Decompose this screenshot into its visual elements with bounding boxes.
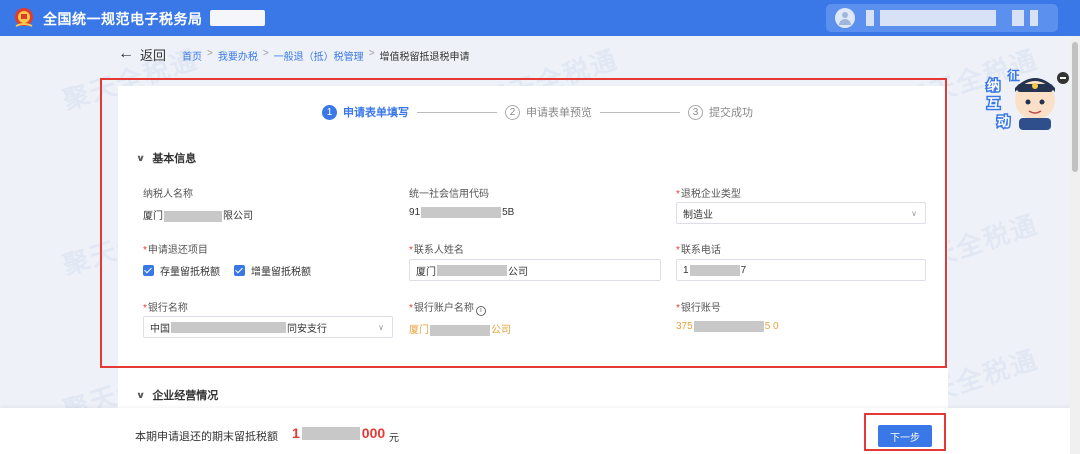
step-connector [417, 111, 497, 113]
breadcrumb: 首页 > 我要办税 > 一般退（抵）税管理 > 增值税留抵退税申请 [182, 48, 475, 63]
account-no-value: 375 5 0 [676, 321, 779, 333]
svg-text:纳: 纳 [987, 78, 1000, 94]
minimize-icon[interactable] [1057, 72, 1069, 84]
breadcrumb-separator: > [207, 48, 213, 59]
credit-code-label: 统一社会信用代码 [409, 189, 489, 200]
breadcrumb-current: 增值税留抵退税申请 [379, 52, 470, 63]
section-title: 基本信息 [152, 153, 197, 165]
chat-assistant-mascot-icon[interactable]: 征 纳 互 动 [983, 66, 1061, 130]
step-number: 1 [322, 104, 337, 120]
section-title: 企业经营情况 [152, 390, 219, 402]
section-basic-info[interactable]: ∨ 基本信息 [135, 150, 197, 166]
account-name-label: *银行账户名称 i [409, 299, 486, 316]
step-number: 2 [505, 104, 520, 120]
step-submitted: 3 提交成功 [688, 104, 753, 120]
back-label: 返回 [140, 47, 167, 63]
redacted-region-name [210, 10, 265, 26]
chevron-down-icon: ∨ [378, 323, 384, 332]
currency-unit: 元 [389, 433, 399, 444]
breadcrumb-separator: > [262, 48, 269, 59]
redacted-text [693, 321, 764, 332]
refund-amount-label: 本期申请退还的期末留抵税额 [135, 431, 278, 443]
form-card [118, 86, 948, 416]
credit-code-value: 91 5B [409, 207, 515, 219]
step-preview: 2 申请表单预览 [505, 104, 592, 120]
redacted-text [437, 264, 507, 276]
checkbox-incremental-credit[interactable]: 增量留抵税额 [234, 263, 311, 278]
redacted-text [171, 321, 286, 333]
redacted-text [689, 264, 740, 276]
progress-steps: 1 申请表单填写 2 申请表单预览 3 提交成功 [322, 103, 753, 121]
checkbox-checked-icon [234, 265, 245, 276]
national-emblem-icon [15, 8, 33, 27]
arrow-left-icon: ← [118, 45, 134, 62]
taxpayer-name-value: 厦门 限公司 [143, 210, 253, 222]
bank-name-select[interactable]: 中国 同安支行 ∨ [143, 316, 393, 338]
checkbox-existing-credit[interactable]: 存量留抵税额 [143, 263, 220, 278]
contact-phone-label: *联系电话 [676, 245, 721, 256]
breadcrumb-refund-management[interactable]: 一般退（抵）税管理 [274, 48, 364, 63]
breadcrumb-separator: > [368, 48, 375, 59]
svg-text:动: 动 [997, 115, 1010, 130]
refund-type-label: *退税企业类型 [676, 189, 741, 200]
step-connector [600, 111, 680, 113]
page-scrollbar[interactable] [1070, 36, 1080, 454]
avatar-icon [835, 8, 855, 28]
step-label: 申请表单预览 [526, 107, 592, 119]
redacted-user-name [866, 10, 1038, 26]
contact-phone-input[interactable]: 17 [676, 259, 926, 281]
contact-name-input[interactable]: 厦门 公司 [409, 259, 661, 281]
checkbox-checked-icon [143, 265, 154, 276]
breadcrumb-bar: ← 返回 首页 > 我要办税 > 一般退（抵）税管理 > 增值税留抵退税申请 [102, 44, 964, 66]
back-button[interactable]: ← 返回 [118, 44, 166, 64]
top-header: 全国统一规范电子税务局 [0, 0, 1080, 36]
redacted-text [164, 210, 222, 222]
breadcrumb-home[interactable]: 首页 [182, 48, 202, 63]
app-title: 全国统一规范电子税务局 [43, 11, 203, 27]
next-step-button[interactable]: 下一步 [878, 425, 932, 447]
refund-type-select[interactable]: 制造业 ∨ [676, 202, 926, 224]
step-number: 3 [688, 104, 703, 120]
redacted-text [421, 207, 502, 218]
refund-amount-value: 1 000 [292, 425, 386, 441]
chevron-down-icon: ∨ [135, 152, 146, 163]
redacted-text [301, 426, 360, 440]
step-fill-form: 1 申请表单填写 [322, 104, 409, 120]
breadcrumb-tax-service[interactable]: 我要办税 [218, 48, 258, 63]
taxpayer-name-label: 纳税人名称 [143, 189, 193, 200]
scrollbar-thumb[interactable] [1072, 42, 1078, 172]
redacted-text [430, 324, 490, 336]
account-name-value: 厦门 公司 [409, 324, 511, 336]
refund-items-label: *申请退还项目 [143, 245, 208, 256]
chevron-down-icon: ∨ [911, 209, 917, 218]
info-icon[interactable]: i [475, 306, 486, 316]
account-no-label: *银行账号 [676, 303, 721, 314]
contact-name-label: *联系人姓名 [409, 245, 464, 256]
chevron-down-icon: ∨ [135, 389, 146, 400]
section-business-info[interactable]: ∨ 企业经营情况 [135, 387, 219, 403]
svg-text:征: 征 [1007, 68, 1020, 84]
bank-name-label: *银行名称 [143, 303, 188, 314]
svg-text:互: 互 [987, 97, 1000, 112]
step-label: 申请表单填写 [343, 107, 409, 119]
user-menu[interactable] [826, 4, 1058, 32]
step-label: 提交成功 [709, 107, 753, 119]
